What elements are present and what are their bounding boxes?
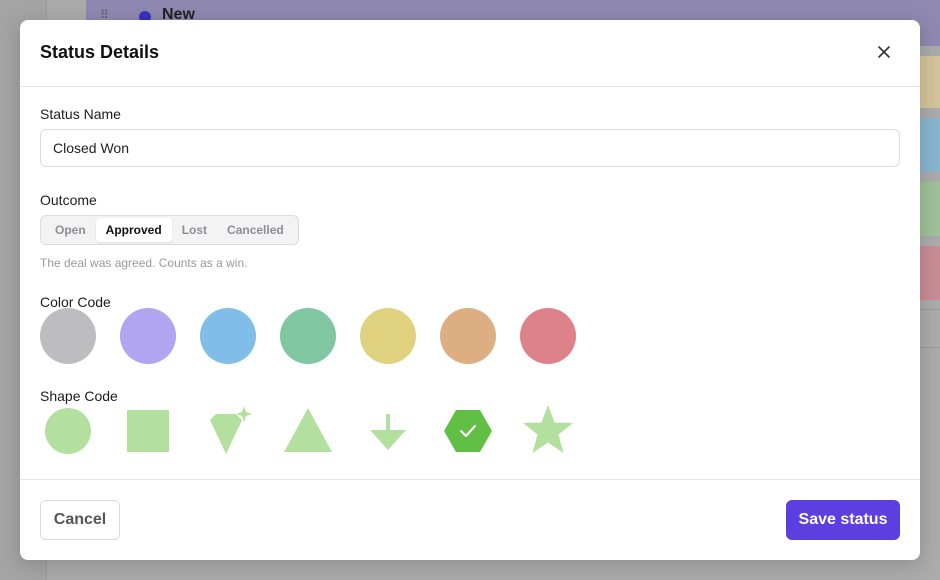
shape-option-hexagon-selected[interactable] <box>440 402 496 458</box>
hexagon-check-icon <box>444 410 492 452</box>
circle-shape-icon <box>45 408 91 454</box>
color-swatch-yellow[interactable] <box>360 308 416 364</box>
color-swatch-purple[interactable] <box>120 308 176 364</box>
cancel-button[interactable]: Cancel <box>40 500 120 540</box>
outcome-label: Outcome <box>40 192 97 208</box>
shape-option-square[interactable] <box>120 402 176 458</box>
outcome-option-open[interactable]: Open <box>45 218 96 242</box>
outcome-hint: The deal was agreed. Counts as a win. <box>40 256 248 270</box>
color-code-label: Color Code <box>40 294 111 310</box>
arrow-down-shape-icon <box>370 414 406 450</box>
outcome-option-lost[interactable]: Lost <box>172 218 217 242</box>
outcome-segmented-control: Open Approved Lost Cancelled <box>40 215 299 245</box>
star-shape-icon <box>523 405 573 453</box>
outcome-option-approved[interactable]: Approved <box>95 218 172 242</box>
color-swatch-blue[interactable] <box>200 308 256 364</box>
shape-option-circle[interactable] <box>40 402 96 458</box>
modal-header: Status Details <box>20 20 920 87</box>
shape-option-star[interactable] <box>520 402 576 458</box>
status-details-modal: Status Details Status Name Outcome Open … <box>20 20 920 560</box>
color-swatch-red[interactable] <box>520 308 576 364</box>
shape-option-diamond[interactable] <box>200 402 256 458</box>
diamond-sparkle-icon <box>210 406 252 454</box>
modal-footer: Cancel Save status <box>20 479 920 560</box>
close-icon <box>878 46 890 58</box>
triangle-shape-icon <box>284 408 332 452</box>
color-swatch-green[interactable] <box>280 308 336 364</box>
shape-option-triangle[interactable] <box>280 402 336 458</box>
shape-option-arrow[interactable] <box>360 402 416 458</box>
status-name-input[interactable] <box>40 129 900 167</box>
square-shape-icon <box>127 410 169 452</box>
color-swatch-orange[interactable] <box>440 308 496 364</box>
modal-title: Status Details <box>40 42 160 62</box>
color-swatch-gray[interactable] <box>40 308 96 364</box>
outcome-option-cancelled[interactable]: Cancelled <box>217 218 294 242</box>
close-button[interactable] <box>872 40 896 64</box>
save-status-button[interactable]: Save status <box>786 500 900 540</box>
status-name-label: Status Name <box>40 106 121 122</box>
